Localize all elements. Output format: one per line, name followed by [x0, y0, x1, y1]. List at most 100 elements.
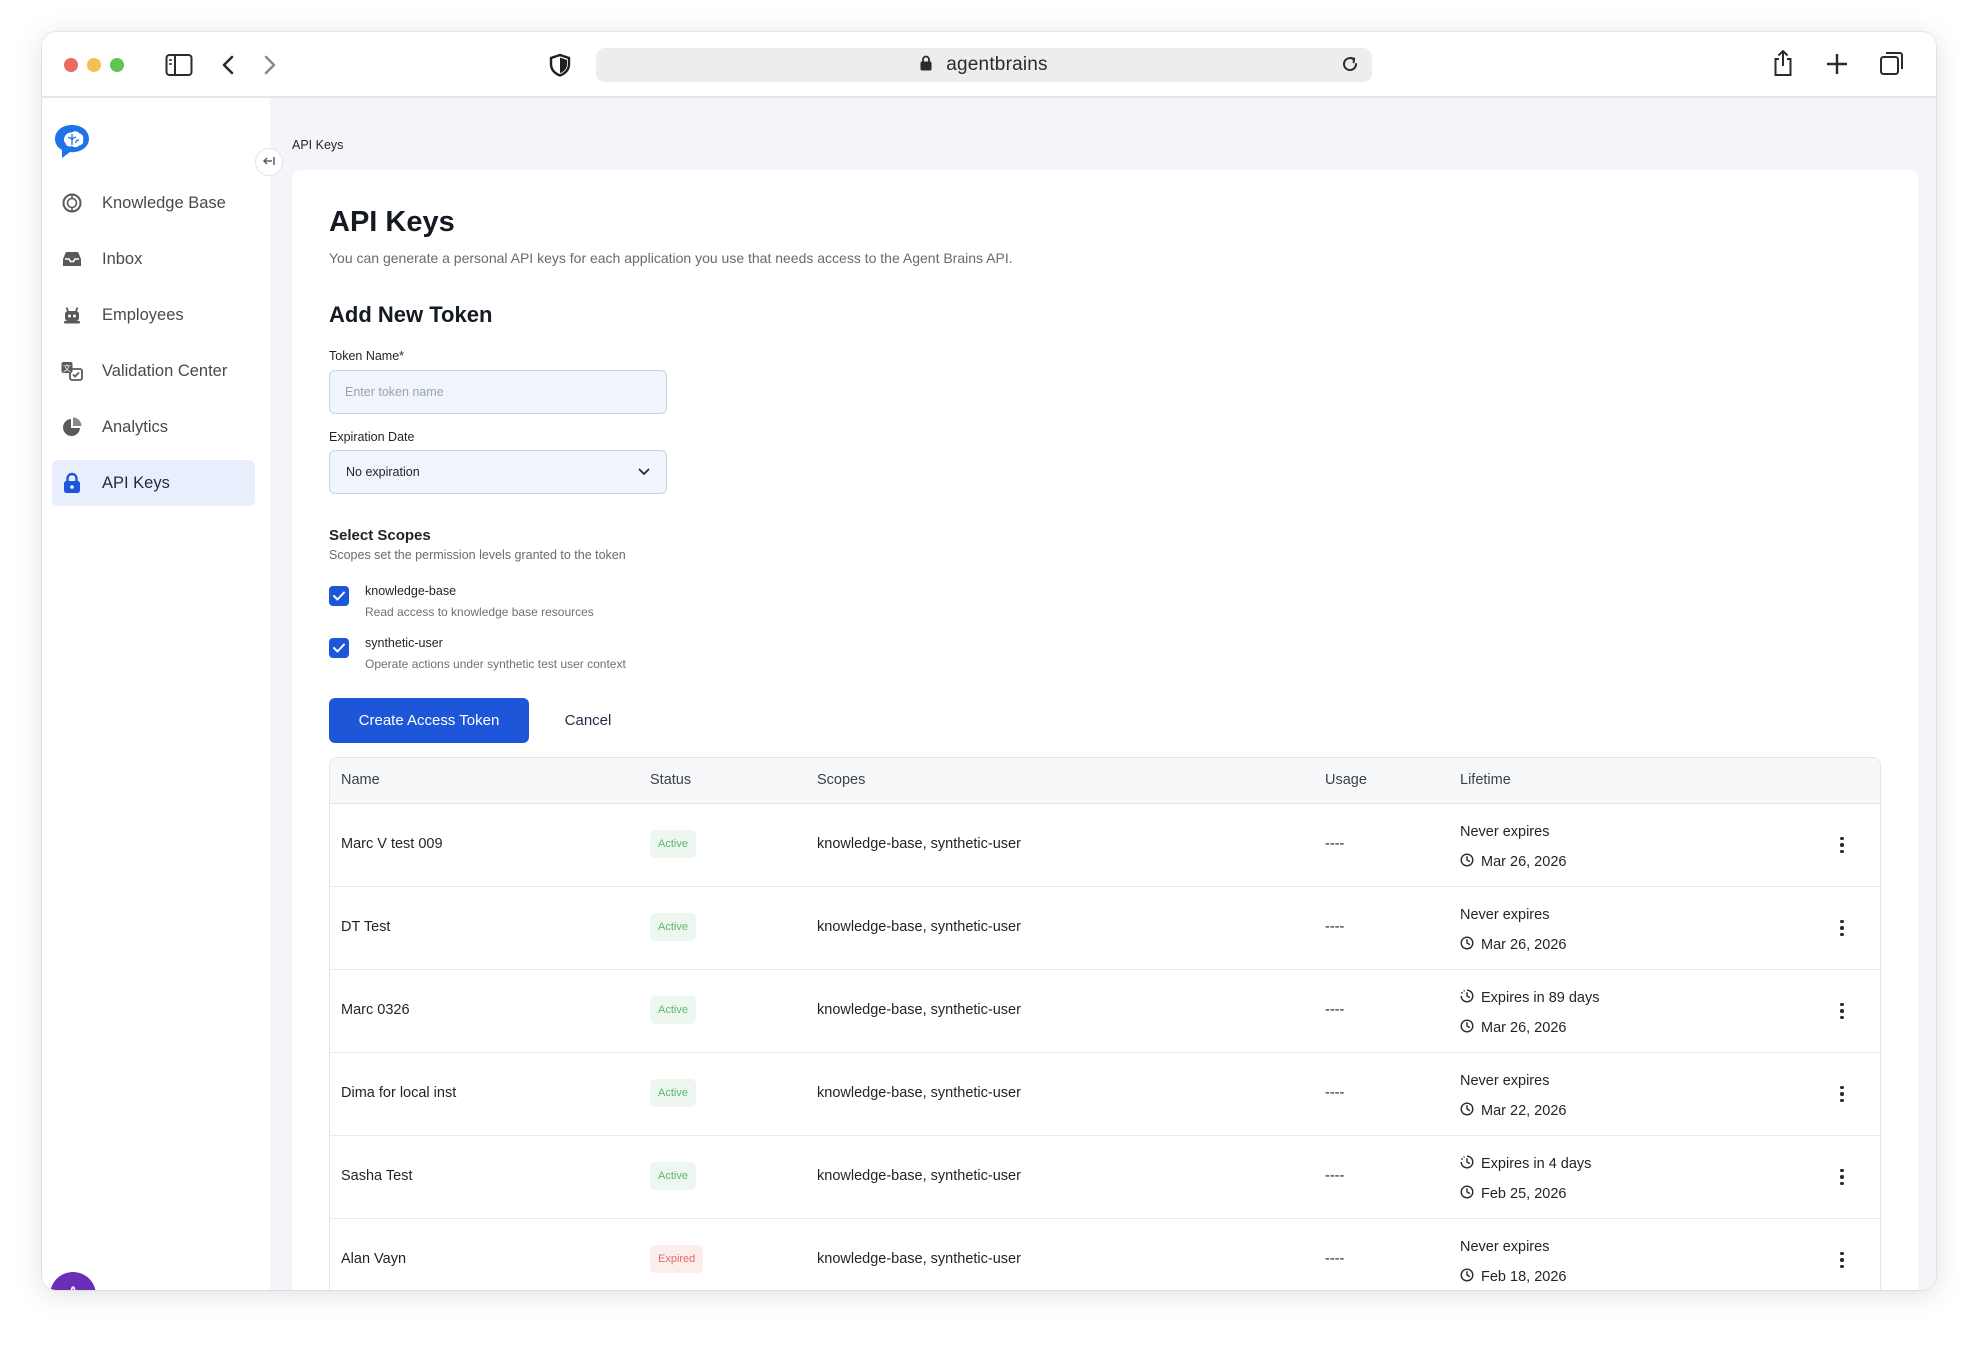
expiry-date: Mar 26, 2026 [1481, 1020, 1567, 1036]
address-bar[interactable]: agentbrains [596, 48, 1372, 82]
api-keys-card: API Keys You can generate a personal API… [292, 170, 1918, 1290]
close-window-button[interactable] [64, 58, 78, 72]
analytics-icon [60, 415, 84, 439]
reload-icon[interactable] [1340, 54, 1360, 79]
validation-icon: 文 [60, 359, 84, 383]
sidebar-item-api-keys[interactable]: API Keys [52, 460, 255, 506]
clock-icon [1460, 1185, 1474, 1203]
sidebar-item-validation-center[interactable]: 文 Validation Center [52, 348, 255, 394]
minimize-window-button[interactable] [87, 58, 101, 72]
token-lifetime: Never expires Mar 22, 2026 [1460, 1070, 1566, 1122]
create-access-token-button[interactable]: Create Access Token [329, 698, 529, 743]
token-lifetime: Never expires Mar 26, 2026 [1460, 821, 1566, 873]
collapse-arrow-icon [262, 155, 276, 170]
table-row[interactable]: Marc V test 009 Active knowledge-base, syn… [330, 804, 1880, 887]
sidebar-item-label: Inbox [102, 249, 143, 268]
table-body: Marc V test 009 Active knowledge-base, syn… [330, 804, 1880, 1290]
table-row[interactable]: Marc 0326 Active knowledge-base, synthetic… [330, 970, 1880, 1053]
sidebar-item-analytics[interactable]: Analytics [52, 404, 255, 450]
agentbrains-logo[interactable] [50, 122, 94, 162]
clock-icon [1460, 1268, 1474, 1286]
column-header-usage: Usage [1325, 772, 1367, 788]
expiry-text: Expires in 4 days [1481, 1156, 1592, 1172]
table-row[interactable]: Dima for local inst Active knowledge-base,… [330, 1053, 1880, 1136]
sidebar-item-inbox[interactable]: Inbox [52, 236, 255, 282]
employees-icon [60, 303, 84, 327]
status-badge: Active [650, 1079, 696, 1107]
sidebar-item-label: Employees [102, 305, 184, 324]
tabs-icon[interactable] [1878, 48, 1906, 78]
row-actions-menu-icon[interactable] [1833, 917, 1851, 939]
row-actions-menu-icon[interactable] [1833, 1000, 1851, 1022]
token-scopes: knowledge-base, synthetic-user [817, 1002, 1021, 1018]
scope-name: synthetic-user [365, 636, 443, 650]
back-icon[interactable] [218, 52, 238, 78]
expiry-text: Never expires [1460, 907, 1550, 923]
table-row[interactable]: Sasha Test Active knowledge-base, syntheti… [330, 1136, 1880, 1219]
scope-checkbox-synthetic-user[interactable] [329, 638, 349, 658]
scope-description: Operate actions under synthetic test use… [365, 657, 626, 671]
row-actions-menu-icon[interactable] [1833, 1083, 1851, 1105]
token-lifetime: Never expires Mar 26, 2026 [1460, 904, 1566, 956]
sidebar-item-label: Knowledge Base [102, 193, 226, 212]
row-actions-menu-icon[interactable] [1833, 1249, 1851, 1271]
expiry-date: Mar 26, 2026 [1481, 854, 1567, 870]
zoom-window-button[interactable] [110, 58, 124, 72]
lock-icon [920, 55, 932, 76]
inbox-icon [60, 247, 84, 271]
token-scopes: knowledge-base, synthetic-user [817, 1168, 1021, 1184]
share-icon[interactable] [1770, 46, 1796, 80]
forward-icon[interactable] [260, 52, 280, 78]
token-name: Sasha Test [341, 1168, 413, 1184]
clock-icon [1460, 936, 1474, 954]
new-tab-icon[interactable] [1824, 50, 1850, 78]
table-row[interactable]: DT Test Active knowledge-base, synthetic-u… [330, 887, 1880, 970]
status-badge: Active [650, 830, 696, 858]
expiration-date-select[interactable]: No expiration [329, 450, 667, 494]
cancel-button[interactable]: Cancel [546, 698, 630, 743]
scope-description: Read access to knowledge base resources [365, 605, 594, 619]
scope-knowledge-base: knowledge-base Read access to knowledge … [329, 584, 594, 619]
token-name-label: Token Name* [329, 349, 405, 363]
knowledge-base-icon [60, 191, 84, 215]
token-usage: ---- [1325, 1168, 1345, 1184]
status-badge: Expired [650, 1245, 704, 1273]
token-usage: ---- [1325, 919, 1345, 935]
user-avatar[interactable]: A [50, 1272, 96, 1290]
sidebar-item-label: Analytics [102, 417, 169, 436]
browser-toolbar: agentbrains [42, 32, 1936, 98]
token-name-input[interactable] [329, 370, 667, 414]
expiry-text: Never expires [1460, 1239, 1550, 1255]
select-scopes-subtitle: Scopes set the permission levels granted… [329, 548, 626, 562]
token-scopes: knowledge-base, synthetic-user [817, 836, 1021, 852]
table-row[interactable]: Alan Vayn Expired knowledge-base, syntheti… [330, 1219, 1880, 1290]
row-actions-menu-icon[interactable] [1833, 834, 1851, 856]
shield-icon[interactable] [548, 52, 572, 78]
browser-window: agentbrains Knowledge Base Inbox Employe… [42, 32, 1936, 1290]
clock-icon [1460, 1019, 1474, 1037]
address-text: agentbrains [946, 54, 1048, 75]
add-token-title: Add New Token [329, 302, 493, 327]
sidebar-item-employees[interactable]: Employees [52, 292, 255, 338]
collapse-sidebar-button[interactable] [255, 148, 283, 176]
status-badge: Active [650, 913, 696, 941]
token-usage: ---- [1325, 836, 1345, 852]
clock-icon [1460, 853, 1474, 871]
expiry-date: Feb 25, 2026 [1481, 1186, 1567, 1202]
column-header-status: Status [650, 772, 692, 788]
check-icon [333, 643, 345, 653]
token-name: Alan Vayn [341, 1251, 407, 1267]
sidebar-item-label: Validation Center [102, 361, 228, 380]
row-actions-menu-icon[interactable] [1833, 1166, 1851, 1188]
expiration-date-label: Expiration Date [329, 430, 415, 444]
breadcrumb[interactable]: API Keys [292, 138, 343, 152]
sidebar-toggle-icon[interactable] [164, 52, 194, 78]
table-header: Name Status Scopes Usage Lifetime [330, 758, 1880, 804]
column-header-lifetime: Lifetime [1460, 772, 1511, 788]
expiration-date-value: No expiration [346, 465, 420, 479]
column-header-scopes: Scopes [817, 772, 866, 788]
token-lifetime: Expires in 4 days Feb 25, 2026 [1460, 1153, 1591, 1205]
scope-checkbox-knowledge-base[interactable] [329, 586, 349, 606]
sidebar-item-knowledge-base[interactable]: Knowledge Base [52, 180, 255, 226]
clock-icon [1460, 1102, 1474, 1120]
